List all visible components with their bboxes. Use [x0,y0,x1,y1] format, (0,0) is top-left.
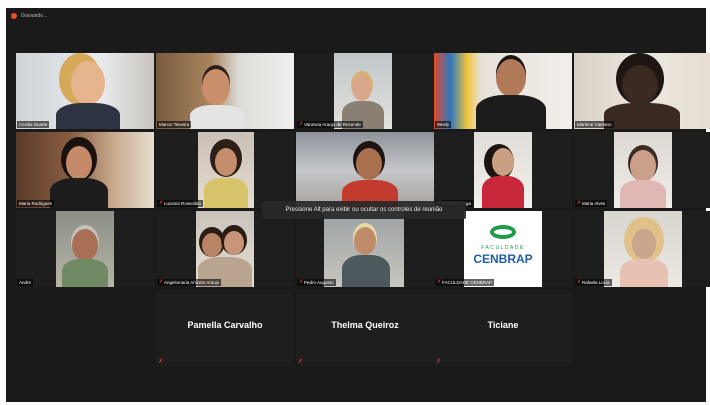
title-bar: Gravando... [6,8,706,24]
logo-line1: FACULDADE [481,245,525,251]
participant-video [296,132,434,208]
video-tile-maria-rodrigues[interactable]: Maria Rodrigues [16,132,154,208]
mic-muted-icon: ✗ [159,200,164,206]
participant-video [604,211,682,287]
participant-label: ✗ FACULDADE CENBRAP [435,279,495,286]
participant-label: ✗ Pedro Augusto [297,279,336,286]
video-tile-daniela[interactable]: ✗Daniela Tunga [434,132,572,208]
participant-label: Andre [17,279,34,286]
participant-video [196,211,254,287]
participant-label: Marcio Teixeira [157,121,192,128]
mic-muted-icon: ✗ [159,279,164,285]
mic-muted-icon: ✗ [437,279,442,285]
participant-label: ✗ Rafaela Lucia [575,279,612,286]
video-tile-angelomaria[interactable]: ✗ Angelomaria Aniceto Araujo [156,211,294,287]
mic-muted-icon: ✗ [299,121,304,127]
video-tile-pamella[interactable]: Pamella Carvalho ✗ [156,290,294,366]
video-tile-wesly[interactable]: Wesly [434,53,572,129]
video-tile-marlene[interactable]: Marlene Caetano [574,53,710,129]
video-tile-cecilia[interactable]: Cecilia Duarte [16,53,154,129]
logo-line2: CENBRAP [473,252,533,266]
mic-muted-icon: ✗ [577,200,582,206]
participant-label: Wesly [435,121,452,128]
participant-video [156,53,294,129]
cenbrap-logo: FACULDADE CENBRAP [464,211,542,287]
controls-tooltip: Pressione Alt para exibir ou ocultar os … [262,201,466,219]
participant-video [574,53,710,129]
participant-name: Ticiane [487,320,519,330]
participant-name: Thelma Queiroz [331,320,399,330]
participant-label: Cecilia Duarte [17,121,50,128]
participant-label: Maria Rodrigues [17,200,55,207]
mic-muted-icon: ✗ [299,279,304,285]
logo-mark-icon [490,225,516,239]
mic-muted-icon: ✗ [158,359,164,365]
participant-label: ✗ Vanessa Araujo de Rezende [297,121,363,128]
video-tile-maria-alves[interactable]: ✗ Maria Alves [574,132,710,208]
video-tile-andre[interactable]: Andre [16,211,154,287]
participant-label: ✗ Angelomaria Aniceto Araujo [157,279,222,286]
participant-video [474,132,532,208]
video-tile-center[interactable] [296,132,434,208]
video-tile-luciana[interactable]: ✗ Luciana Rosenildo [156,132,294,208]
participant-name: Pamella Carvalho [187,320,263,330]
participant-video [334,53,392,129]
video-tile-pedro[interactable]: ✗ Pedro Augusto [296,211,434,287]
recording-icon [11,13,17,19]
participant-video [16,53,154,129]
participant-label: ✗ Maria Alves [575,200,608,207]
video-tile-rafaela[interactable]: ✗ Rafaela Lucia [574,211,710,287]
mic-muted-icon: ✗ [298,359,304,365]
participant-video [614,132,672,208]
video-tile-vanessa[interactable]: ✗ Vanessa Araujo de Rezende [296,53,434,129]
participant-label: ✗ Luciana Rosenildo [157,200,204,207]
participant-video [16,132,154,208]
video-tile-thelma[interactable]: Thelma Queiroz ✗ [296,290,434,366]
video-tile-ticiane[interactable]: Ticiane ✗ [434,290,572,366]
mic-muted-icon: ✗ [436,359,442,365]
video-tile-cenbrap[interactable]: FACULDADE CENBRAP ✗ FACULDADE CENBRAP [434,211,572,287]
video-tile-marcio[interactable]: Marcio Teixeira [156,53,294,129]
window-title: Gravando... [21,13,48,19]
participant-label: Marlene Caetano [575,121,614,128]
mic-muted-icon: ✗ [577,279,582,285]
participant-video [434,53,572,129]
participant-video [198,132,254,208]
participant-video [56,211,114,287]
participant-video [324,211,404,287]
